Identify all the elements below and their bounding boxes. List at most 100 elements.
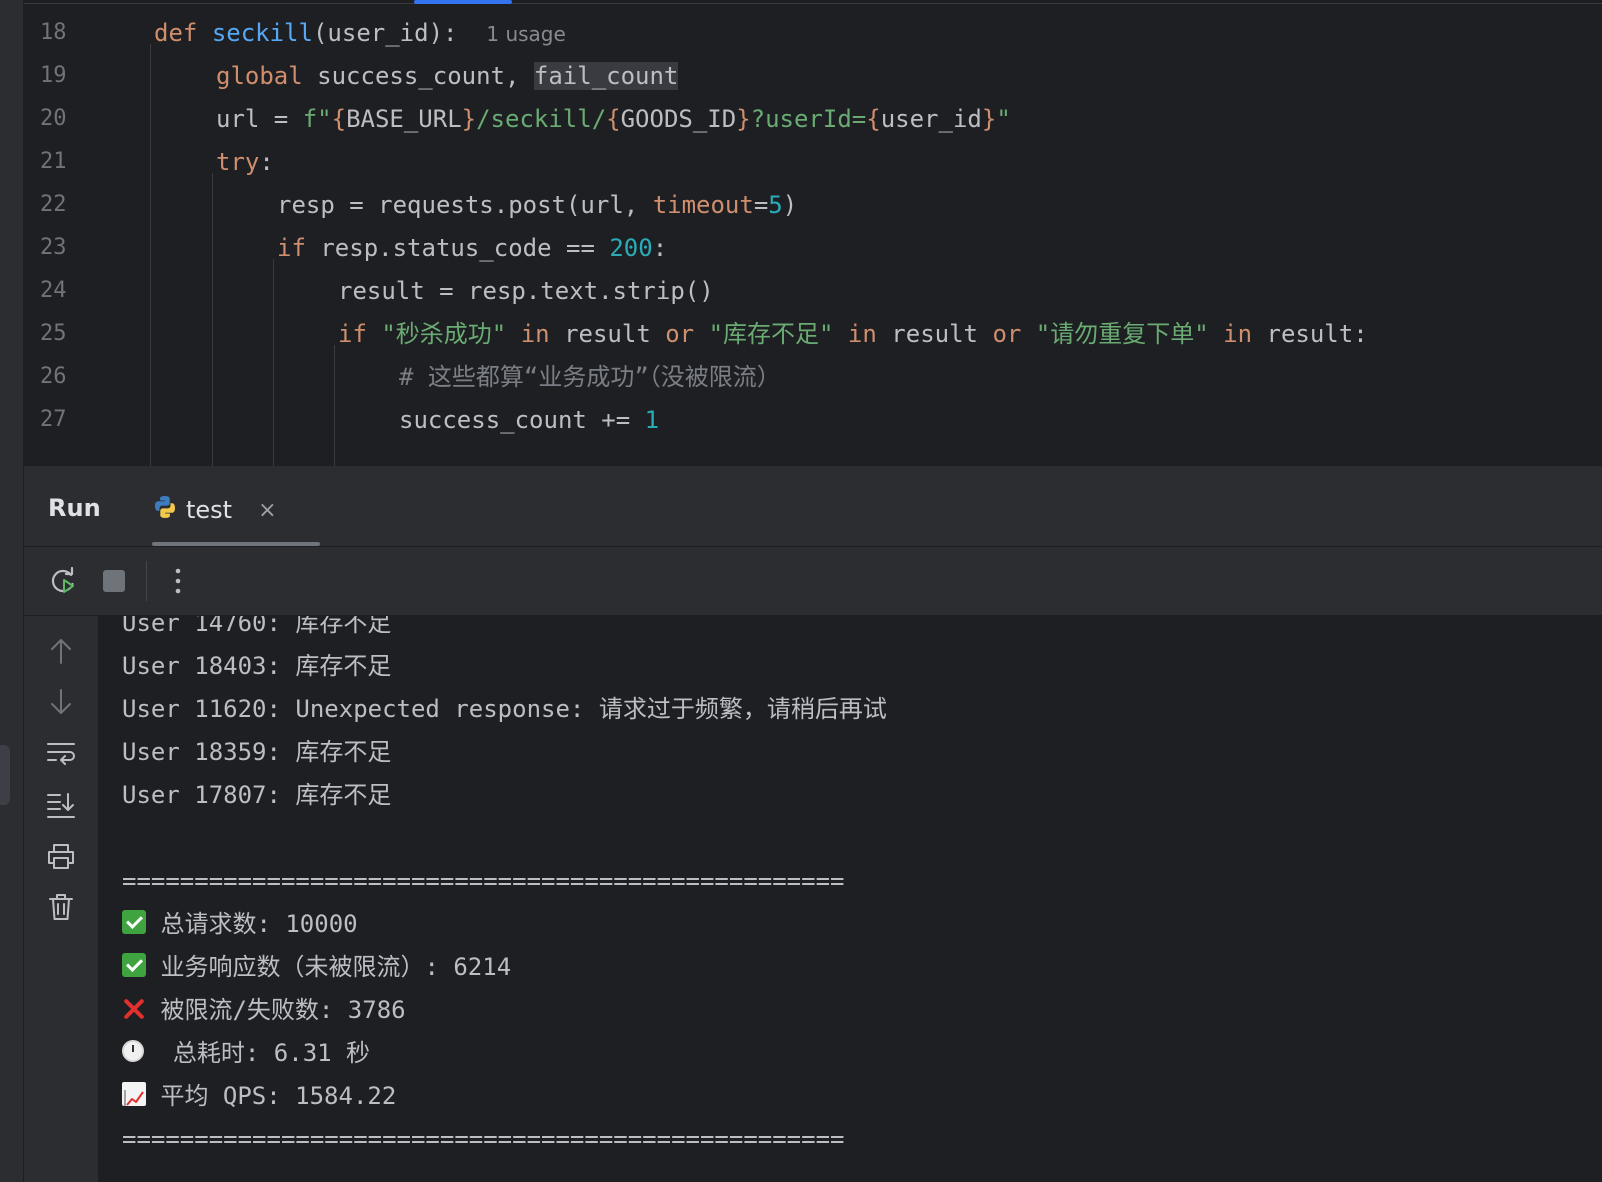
brace: } bbox=[981, 105, 997, 133]
brace: { bbox=[866, 105, 881, 133]
line-number: 25 bbox=[40, 321, 67, 346]
line-number: 21 bbox=[40, 149, 67, 174]
stat-avg-qps: 平均 QPS: 1584.22 bbox=[122, 1075, 396, 1118]
keyword: global bbox=[216, 62, 303, 90]
code-line-23: if resp.status_code == 200: bbox=[277, 226, 667, 270]
tab-label: test bbox=[186, 496, 233, 524]
stat-business-responses: 业务响应数（未被限流）: 6214 bbox=[122, 946, 511, 989]
code-text: BASE_URL bbox=[346, 105, 462, 133]
number: 200 bbox=[609, 234, 653, 262]
keyword: if bbox=[277, 234, 306, 262]
keyword: or bbox=[665, 320, 695, 348]
rerun-icon[interactable] bbox=[46, 563, 82, 599]
tool-strip-handle[interactable] bbox=[0, 745, 10, 805]
code-text: = bbox=[753, 191, 769, 219]
code-line-22: resp = requests.post(url, timeout=5) bbox=[277, 183, 797, 227]
string: ?userId= bbox=[750, 105, 867, 133]
code-text: result: bbox=[1252, 320, 1368, 348]
number: 1 bbox=[644, 406, 660, 434]
line-number: 24 bbox=[40, 278, 67, 303]
console-line: User 18403: 库存不足 bbox=[122, 652, 392, 680]
code-text: : bbox=[652, 234, 668, 262]
code-line-26: # 这些都算“业务成功”（没被限流） bbox=[399, 355, 781, 399]
active-tab-indicator bbox=[152, 542, 320, 546]
line-number: 18 bbox=[40, 20, 67, 45]
check-icon bbox=[122, 953, 146, 977]
keyword: in bbox=[1208, 320, 1253, 348]
line-number: 20 bbox=[40, 106, 67, 131]
brace: } bbox=[461, 105, 477, 133]
console-side-toolbar bbox=[24, 616, 98, 1182]
code-line-27: success_count += 1 bbox=[399, 398, 659, 442]
stat-text: 平均 QPS: 1584.22 bbox=[146, 1082, 397, 1110]
brace: } bbox=[736, 105, 751, 133]
arrow-up-icon[interactable] bbox=[43, 633, 79, 669]
function-name: seckill bbox=[211, 19, 313, 47]
run-header: Run test × bbox=[24, 466, 1602, 547]
code-text: ) bbox=[782, 191, 798, 219]
stat-rate-limited: 被限流/失败数: 3786 bbox=[122, 989, 406, 1032]
close-icon[interactable]: × bbox=[258, 498, 276, 523]
string: " bbox=[996, 105, 1011, 133]
string: "请勿重复下单" bbox=[1021, 320, 1209, 348]
stat-text: 总请求数: 10000 bbox=[146, 910, 358, 938]
keyword: in bbox=[833, 320, 877, 348]
run-toolbar bbox=[24, 547, 1602, 616]
python-icon bbox=[152, 494, 178, 526]
run-title: Run bbox=[48, 494, 101, 522]
code-line-21: try: bbox=[216, 140, 274, 184]
console-output[interactable]: User 14760: 库存不足 User 18403: 库存不足 User 1… bbox=[98, 616, 1602, 1182]
editor-top-border bbox=[24, 3, 1602, 4]
more-options-icon[interactable] bbox=[160, 563, 196, 599]
check-icon bbox=[122, 910, 146, 934]
code-text: user_id bbox=[880, 105, 982, 133]
indent-guide bbox=[212, 173, 213, 466]
code-text: result bbox=[549, 320, 666, 348]
console-line: User 17807: 库存不足 bbox=[122, 781, 392, 809]
number: 5 bbox=[768, 191, 783, 219]
soft-wrap-icon[interactable] bbox=[43, 736, 79, 772]
stat-total-requests: 总请求数: 10000 bbox=[122, 903, 358, 946]
named-parameter: timeout bbox=[652, 191, 754, 219]
keyword: in bbox=[506, 320, 550, 348]
code-line-18: def seckill(user_id): 1 usage bbox=[154, 11, 566, 55]
trash-icon[interactable] bbox=[43, 889, 79, 925]
code-line-24: result = resp.text.strip() bbox=[338, 269, 714, 313]
keyword: def bbox=[154, 19, 198, 47]
code-text: : bbox=[259, 148, 274, 176]
cross-icon bbox=[122, 996, 146, 1020]
line-number: 22 bbox=[40, 192, 67, 217]
arrow-down-icon[interactable] bbox=[43, 684, 79, 720]
stat-total-time: 总耗时: 6.31 秒 bbox=[122, 1032, 370, 1075]
code-text: (user_id): bbox=[312, 19, 458, 47]
stat-text: 总耗时: 6.31 秒 bbox=[144, 1039, 371, 1067]
separator-rule: ========================================… bbox=[122, 1125, 845, 1153]
scroll-to-end-icon[interactable] bbox=[43, 787, 79, 823]
stat-text: 被限流/失败数: 3786 bbox=[146, 996, 406, 1024]
chart-increasing-icon bbox=[122, 1082, 146, 1106]
keyword: if bbox=[338, 320, 367, 348]
stat-text: 业务响应数（未被限流）: 6214 bbox=[146, 953, 512, 981]
stop-icon[interactable] bbox=[96, 563, 132, 599]
usage-hint[interactable]: 1 usage bbox=[486, 22, 565, 46]
console-line: User 18359: 库存不足 bbox=[122, 738, 392, 766]
code-text: resp.status_code == bbox=[305, 234, 610, 262]
indent-guide bbox=[150, 44, 151, 466]
keyword: try bbox=[216, 148, 260, 176]
print-icon[interactable] bbox=[43, 838, 79, 874]
string: /seckill/ bbox=[476, 105, 607, 133]
brace: { bbox=[606, 105, 621, 133]
highlighted-identifier: fail_count bbox=[533, 62, 679, 90]
code-editor[interactable]: 18 19 20 21 22 23 24 25 26 27 def seckil… bbox=[24, 0, 1602, 466]
code-text: resp = requests.post(url, bbox=[277, 191, 653, 219]
code-line-20: url = f"{BASE_URL}/seckill/{GOODS_ID}?us… bbox=[216, 97, 1011, 141]
code-text: url = bbox=[216, 105, 303, 133]
code-text: GOODS_ID bbox=[620, 105, 737, 133]
string: "秒杀成功" bbox=[366, 320, 507, 348]
indent-guide bbox=[334, 345, 335, 466]
tab-test[interactable]: test × bbox=[152, 490, 277, 530]
comment: # 这些都算“业务成功”（没被限流） bbox=[399, 363, 781, 391]
separator-rule: ========================================… bbox=[122, 867, 845, 895]
editor-tab-indicator bbox=[414, 0, 512, 4]
stopwatch-icon bbox=[122, 1040, 144, 1062]
